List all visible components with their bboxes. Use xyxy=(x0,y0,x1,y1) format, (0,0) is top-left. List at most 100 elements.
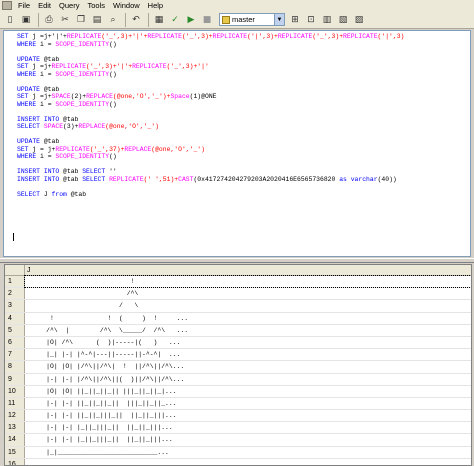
print-icon[interactable]: ⎙ xyxy=(42,13,56,27)
open-icon[interactable]: ▯ xyxy=(3,13,17,27)
chevron-down-icon[interactable]: ▼ xyxy=(274,14,284,25)
query-editor[interactable]: SET j =j+'|'+REPLICATE('_',3)+'|'+REPLIC… xyxy=(3,30,471,257)
table-cell[interactable]: /^\ | /^\ \_____/ /^\ ... xyxy=(25,325,471,336)
table-row[interactable]: 8 |O| |O| |/^\||/^\| ! ||/^\||/^\... xyxy=(5,361,471,374)
row-number[interactable]: 16 xyxy=(5,458,25,465)
table-cell[interactable]: |-| |-| |_||_|||_|| ||_||_|||... xyxy=(25,422,471,433)
table-cell[interactable]: |O| |O| |/^\||/^\| ! ||/^\||/^\... xyxy=(25,361,471,372)
menu-bar: File Edit Query Tools Window Help xyxy=(0,0,474,11)
cancel-icon[interactable]: ■ xyxy=(200,13,214,27)
paste-icon[interactable]: ▤ xyxy=(90,13,104,27)
table-cell[interactable]: |-| |-| ||_||_|||_|| ||_||_|||... xyxy=(25,410,471,421)
column-header-j[interactable]: J xyxy=(25,265,471,275)
table-cell[interactable]: ! ! ( ) ! ... xyxy=(25,313,471,324)
table-cell[interactable]: |_| |-| |^-^|---||-----||-^-^| ... xyxy=(25,349,471,360)
table-row[interactable]: 15 |_|__________________________... xyxy=(5,446,471,459)
table-cell[interactable]: |_|__________________________... xyxy=(25,447,471,458)
menu-help[interactable]: Help xyxy=(144,0,167,11)
table-row[interactable]: 5 /^\ | /^\ \_____/ /^\ ... xyxy=(5,324,471,337)
code-line: INSERT INTO @tab xyxy=(17,115,79,123)
row-number[interactable]: 10 xyxy=(5,385,25,397)
table-cell[interactable] xyxy=(25,459,471,465)
menu-edit[interactable]: Edit xyxy=(34,0,55,11)
toolbar-separator xyxy=(125,12,126,27)
row-number[interactable]: 13 xyxy=(5,422,25,434)
table-row[interactable]: 12 |-| |-| ||_||_|||_|| ||_||_|||... xyxy=(5,410,471,423)
code-line: INSERT INTO @tab SELECT '' xyxy=(17,168,117,175)
database-name: master xyxy=(232,15,255,24)
table-cell[interactable]: |-| |-| |/^\||/^\||( )||/^\||/^\... xyxy=(25,374,471,385)
find-icon[interactable]: ⌕ xyxy=(106,13,120,27)
pane-splitter[interactable] xyxy=(0,258,474,263)
code-line: SELECT J from @tab xyxy=(17,190,87,198)
table-cell[interactable]: /^\ xyxy=(25,288,471,299)
row-number[interactable]: 5 xyxy=(5,324,25,336)
database-select[interactable]: master ▼ xyxy=(219,13,285,26)
code-line: WHERE i = SCOPE_IDENTITY() xyxy=(17,70,117,78)
table-row[interactable]: 1 ! xyxy=(5,274,471,289)
text-caret xyxy=(13,233,14,241)
code-line: SET j =j+REPLICATE('_',3)+'|'+REPLICATE(… xyxy=(17,63,209,70)
row-number[interactable]: 4 xyxy=(5,312,25,324)
copy-icon[interactable]: ❐ xyxy=(74,13,88,27)
table-row[interactable]: 14 |-| |-| |_||_|||_|| ||_||_|||... xyxy=(5,434,471,447)
row-number[interactable]: 9 xyxy=(5,373,25,385)
properties-icon[interactable]: ▧ xyxy=(336,13,350,27)
table-row[interactable]: 13 |-| |-| |_||_|||_|| ||_||_|||... xyxy=(5,422,471,435)
table-cell[interactable]: ! xyxy=(24,274,471,289)
object-search-icon[interactable]: ⊡ xyxy=(304,13,318,27)
table-row[interactable]: 4 ! ! ( ) ! ... xyxy=(5,312,471,325)
results-icon[interactable]: ▦ xyxy=(152,13,166,27)
sql-help-icon[interactable]: ▥ xyxy=(320,13,334,27)
table-row[interactable]: 11 |-| |-| ||_||_||_|| |||_||_||_... xyxy=(5,397,471,411)
menu-window[interactable]: Window xyxy=(109,0,144,11)
row-number[interactable]: 14 xyxy=(5,434,25,446)
table-row[interactable]: 2 /^\ xyxy=(5,288,471,301)
row-number[interactable]: 2 xyxy=(5,288,25,300)
row-number[interactable]: 7 xyxy=(5,349,25,361)
table-cell[interactable]: / \ xyxy=(25,300,471,311)
table-row[interactable]: 16 xyxy=(5,458,471,465)
code-line: SET j =j+SPACE(2)+REPLACE(@one,'O','_')+… xyxy=(17,93,217,100)
row-number[interactable]: 3 xyxy=(5,300,25,312)
code-line: INSERT INTO @tab SELECT REPLICATE(' ',51… xyxy=(17,175,397,183)
row-number[interactable]: 8 xyxy=(5,361,25,373)
row-number[interactable]: 1 xyxy=(5,276,25,288)
row-number[interactable]: 15 xyxy=(5,446,25,458)
execute-icon[interactable]: ▶ xyxy=(184,13,198,27)
menu-file[interactable]: File xyxy=(14,0,34,11)
code-line: SELECT SPACE(3)+REPLACE(@one,'O','_') xyxy=(17,123,159,130)
row-number[interactable]: 6 xyxy=(5,336,25,349)
menu-query[interactable]: Query xyxy=(55,0,83,11)
toolbar-separator xyxy=(38,12,39,27)
app-icon[interactable] xyxy=(2,1,12,10)
table-cell[interactable]: |-| |-| |_||_|||_|| ||_||_|||... xyxy=(25,434,471,445)
code-line: WHERE i = SCOPE_IDENTITY() xyxy=(17,100,117,108)
table-row[interactable]: 9 |-| |-| |/^\||/^\||( )||/^\||/^\... xyxy=(5,373,471,386)
table-cell[interactable]: |O| /^\ ( )|-----|( ) ... xyxy=(25,337,471,348)
menu-tools[interactable]: Tools xyxy=(83,0,109,11)
row-number[interactable]: 11 xyxy=(5,397,25,410)
code-line: WHERE i = SCOPE_IDENTITY() xyxy=(17,153,117,160)
table-cell[interactable]: |O| |O| ||_||_||_|| |||_||_||_|... xyxy=(25,386,471,397)
table-row[interactable]: 7 |_| |-| |^-^|---||-----||-^-^| ... xyxy=(5,349,471,362)
results-grid[interactable]: J 1 ! 2 /^\ 3 / \ 4 ! ! ( ) ! ... 5 /^\ | /^… xyxy=(4,264,472,466)
table-row[interactable]: 6 |O| /^\ ( )|-----|( ) ... xyxy=(5,336,471,350)
grid-icon[interactable]: ▨ xyxy=(352,13,366,27)
query-text[interactable]: SET j =j+'|'+REPLICATE('_',3)+'|'+REPLIC… xyxy=(17,33,404,198)
code-line: UPDATE @tab xyxy=(17,85,60,93)
table-row[interactable]: 3 / \ xyxy=(5,300,471,313)
row-number[interactable]: 12 xyxy=(5,410,25,422)
cut-icon[interactable]: ✂ xyxy=(58,13,72,27)
save-icon[interactable]: ▣ xyxy=(19,13,33,27)
table-row[interactable]: 10 |O| |O| ||_||_||_|| |||_||_||_|... xyxy=(5,385,471,398)
object-browser-icon[interactable]: ⊞ xyxy=(288,13,302,27)
grid-corner[interactable] xyxy=(5,265,25,275)
undo-icon[interactable]: ↶ xyxy=(129,13,143,27)
toolbar-separator xyxy=(148,12,149,27)
parse-icon[interactable]: ✓ xyxy=(168,13,182,27)
table-cell[interactable]: |-| |-| ||_||_||_|| |||_||_||_... xyxy=(25,398,471,409)
